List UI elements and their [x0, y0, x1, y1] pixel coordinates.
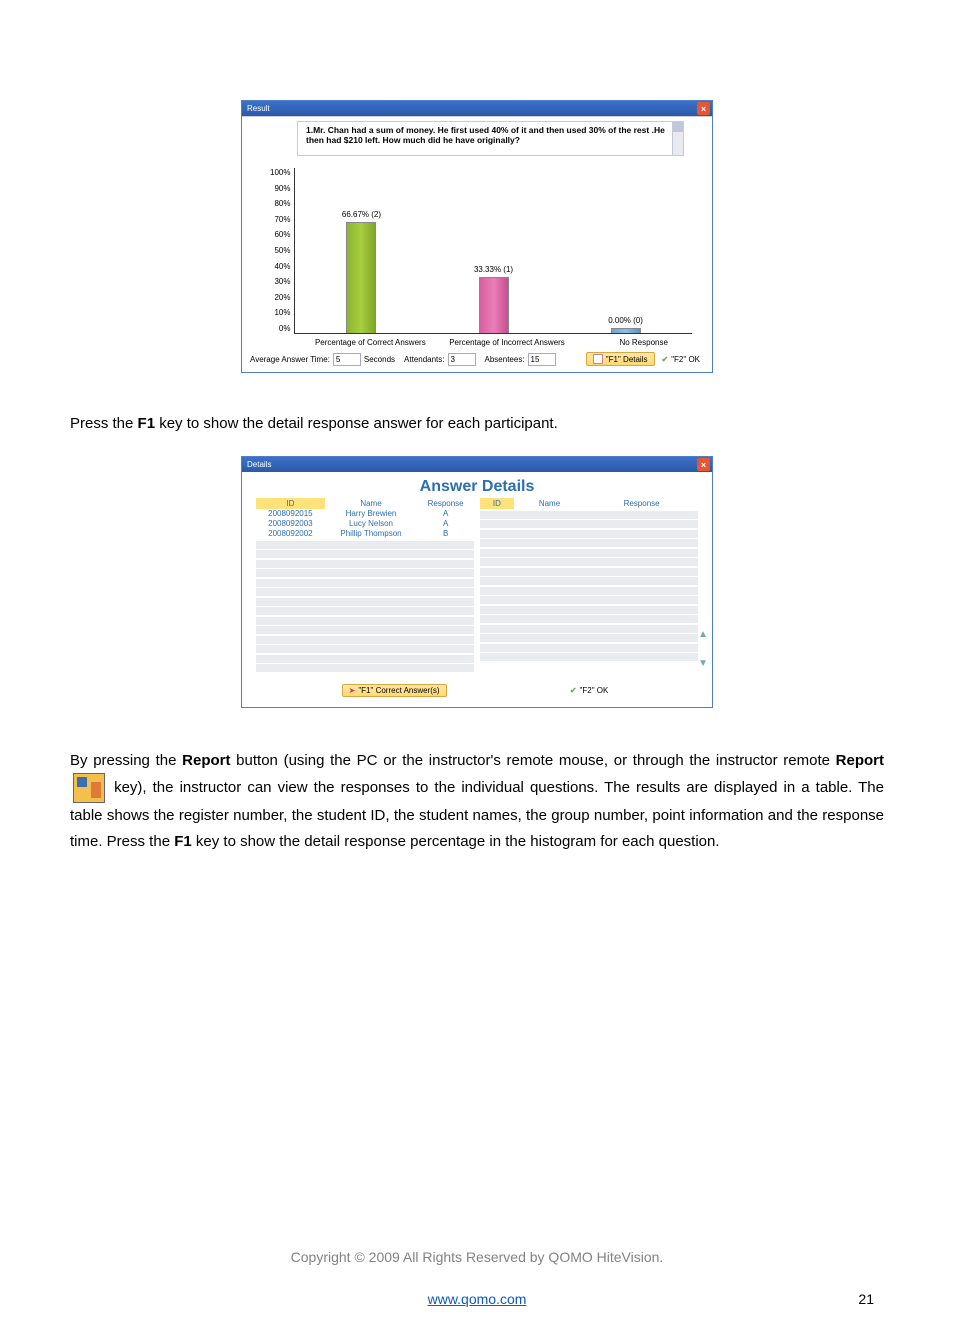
f2-ok-button[interactable]: ✔ "F2" OK [566, 685, 613, 696]
y-axis: 100% 90% 80% 70% 60% 50% 40% 30% 20% 10%… [270, 168, 294, 333]
details-table-left: ID Name Response 2008092015Harry Brewien… [256, 498, 474, 674]
result-title: Result [247, 104, 270, 113]
seconds-label: Seconds [364, 355, 395, 364]
details-window: Details × Answer Details ID Name Respons… [241, 456, 713, 708]
attendants-label: Attendants: [404, 355, 444, 364]
f1-details-button[interactable]: "F1" Details [586, 352, 655, 366]
bar-plot: 66.67% (2) 33.33% (1) 0.00% (0) [294, 168, 692, 334]
details-icon [593, 354, 603, 364]
table-row: 2008092015Harry BrewienA [256, 509, 474, 519]
details-table-right: ID Name Response [480, 498, 698, 674]
report-paragraph: By pressing the Report button (using the… [70, 748, 884, 855]
table-row: 2008092003Lucy NelsonA [256, 519, 474, 529]
copyright-text: Copyright © 2009 All Rights Reserved by … [0, 1249, 954, 1265]
check-icon: ✔ [662, 355, 669, 364]
result-footer: Average Answer Time: Seconds Attendants:… [242, 349, 712, 372]
pointer-icon: ➤ [349, 686, 356, 695]
table-header: ID Name Response [256, 498, 474, 509]
result-titlebar: Result × [242, 101, 712, 116]
bar-label-correct: 66.67% (2) [342, 211, 381, 220]
bar-noresponse [611, 328, 641, 333]
bar-label-incorrect: 33.33% (1) [474, 266, 513, 275]
scroll-up-icon[interactable]: ▲ [698, 629, 708, 640]
table-header: ID Name Response [480, 498, 698, 509]
instruction-1: Press the F1 key to show the detail resp… [70, 413, 884, 434]
question-scrollbar[interactable] [672, 122, 683, 155]
details-titlebar-text: Details [247, 460, 271, 469]
x-axis: Percentage of Correct Answers Percentage… [242, 336, 712, 349]
f2-ok-button[interactable]: ✔ "F2" OK [658, 354, 705, 365]
result-chart: 100% 90% 80% 70% 60% 50% 40% 30% 20% 10%… [242, 158, 712, 336]
table-row: 2008092002Phillip ThompsonB [256, 529, 474, 539]
close-icon[interactable]: × [697, 458, 710, 471]
bar-label-noresponse: 0.00% (0) [608, 317, 643, 326]
close-icon[interactable]: × [697, 102, 710, 115]
footer-link: www.qomo.com [0, 1291, 954, 1307]
check-icon: ✔ [570, 686, 577, 695]
bar-correct [346, 222, 376, 333]
question-text: 1.Mr. Chan had a sum of money. He first … [297, 121, 684, 156]
absentees-label: Absentees: [485, 355, 525, 364]
attendants-input[interactable] [448, 353, 476, 366]
scroll-down-icon[interactable]: ▼ [698, 658, 708, 669]
report-icon [73, 773, 105, 803]
avg-time-label: Average Answer Time: [250, 355, 330, 364]
website-link[interactable]: www.qomo.com [428, 1291, 527, 1307]
page-number: 21 [858, 1291, 874, 1307]
details-title: Answer Details [242, 472, 712, 498]
bar-incorrect [479, 277, 509, 333]
absentees-input[interactable] [528, 353, 556, 366]
details-titlebar: Details × [242, 457, 712, 472]
result-window: Result × 1.Mr. Chan had a sum of money. … [241, 100, 713, 373]
f1-correct-answers-button[interactable]: ➤ "F1" Correct Answer(s) [342, 684, 447, 697]
avg-time-input[interactable] [333, 353, 361, 366]
